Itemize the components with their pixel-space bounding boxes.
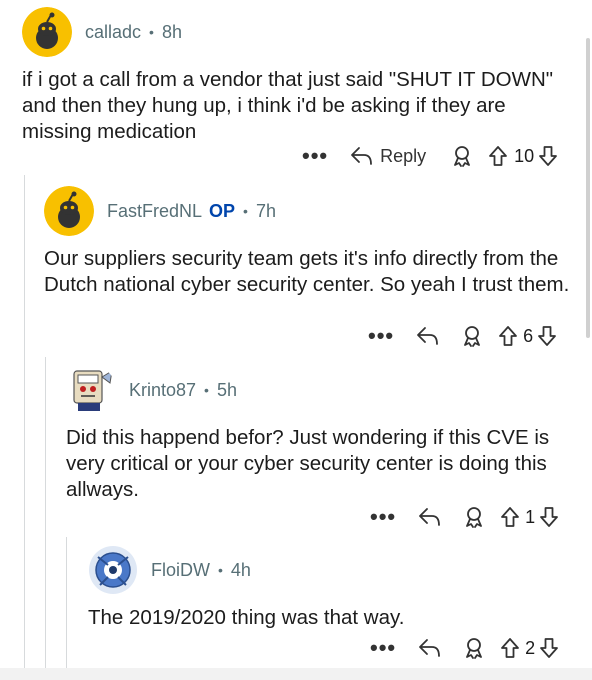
award-icon	[466, 638, 483, 659]
reply-button[interactable]	[416, 325, 440, 347]
separator-dot: •	[204, 382, 209, 398]
comment-body: if i got a call from a vendor that just …	[22, 68, 554, 143]
downvote-icon	[540, 638, 559, 658]
award-button[interactable]	[452, 145, 472, 167]
more-options-button[interactable]: •••	[302, 145, 328, 167]
downvote-button[interactable]	[539, 506, 559, 528]
comment-actions: ••• Reply 10	[302, 141, 558, 171]
timestamp: 8h	[161, 21, 182, 42]
award-icon	[464, 326, 481, 347]
upvote-button[interactable]	[500, 637, 520, 659]
snoo-avatar-icon[interactable]	[22, 7, 72, 57]
timestamp: 5h	[216, 379, 237, 400]
bottom-bar	[0, 668, 592, 680]
thread-line	[24, 175, 25, 680]
comment-actions: ••• 2	[370, 633, 559, 663]
comment-actions: ••• 1	[370, 502, 559, 532]
timestamp: 4h	[230, 559, 251, 580]
scrollbar[interactable]	[586, 38, 590, 338]
award-button[interactable]	[464, 637, 484, 659]
reply-icon	[351, 147, 373, 165]
comment-body: Did this happend befor? Just wondering i…	[66, 426, 550, 501]
upvote-button[interactable]	[488, 145, 508, 167]
timestamp: 7h	[255, 200, 276, 221]
comment-body: The 2019/2020 thing was that way.	[88, 606, 405, 629]
more-options-button[interactable]: •••	[370, 637, 396, 659]
comment: Krinto87 • 5h Did this happend befor? Ju…	[66, 365, 566, 503]
vote-count: 10	[514, 145, 535, 166]
separator-dot: •	[243, 203, 248, 219]
username[interactable]: FloiDW	[151, 560, 210, 581]
comment: FastFredNL OP • 7h Our suppliers securit…	[44, 186, 584, 298]
more-options-button[interactable]: •••	[370, 506, 396, 528]
reply-button[interactable]: Reply	[350, 145, 426, 167]
vote-count: 2	[525, 637, 536, 658]
avatar-icon[interactable]	[66, 365, 116, 415]
upvote-icon	[489, 146, 508, 166]
downvote-icon	[540, 507, 559, 527]
upvote-icon	[501, 638, 520, 658]
username[interactable]: calladc	[85, 22, 141, 43]
comment-actions: ••• 6	[368, 321, 557, 351]
comment-header: Krinto87 • 5h	[66, 365, 566, 415]
more-options-button[interactable]: •••	[368, 325, 394, 347]
reply-icon	[417, 327, 439, 345]
thread-line	[45, 357, 46, 680]
username[interactable]: Krinto87	[129, 380, 196, 401]
comment-header: calladc • 8h	[22, 7, 582, 57]
comment-header: FloiDW • 4h	[88, 545, 568, 595]
downvote-button[interactable]	[538, 145, 558, 167]
upvote-icon	[501, 507, 520, 527]
vote-count: 1	[525, 506, 536, 527]
comment: FloiDW • 4h The 2019/2020 thing was that…	[88, 545, 568, 631]
separator-dot: •	[149, 24, 154, 40]
award-icon	[466, 507, 483, 528]
reply-icon	[419, 508, 441, 526]
reply-icon	[419, 639, 441, 657]
comment-header: FastFredNL OP • 7h	[44, 186, 584, 236]
reply-button[interactable]	[418, 637, 442, 659]
award-icon	[454, 146, 471, 167]
downvote-icon	[538, 326, 557, 346]
award-button[interactable]	[462, 325, 482, 347]
comment-body: Our suppliers security team gets it's in…	[44, 247, 570, 296]
downvote-icon	[539, 146, 558, 166]
upvote-button[interactable]	[500, 506, 520, 528]
thread-line	[66, 537, 67, 680]
upvote-button[interactable]	[498, 325, 518, 347]
reply-button[interactable]	[418, 506, 442, 528]
username[interactable]: FastFredNL	[107, 201, 202, 222]
comment: calladc • 8h if i got a call from a vend…	[22, 7, 582, 145]
upvote-icon	[499, 326, 518, 346]
avatar-icon[interactable]	[88, 545, 138, 595]
separator-dot: •	[218, 562, 223, 578]
vote-count: 6	[523, 325, 534, 346]
snoo-avatar-icon[interactable]	[44, 186, 94, 236]
reply-label: Reply	[380, 145, 427, 166]
award-button[interactable]	[464, 506, 484, 528]
downvote-button[interactable]	[537, 325, 557, 347]
downvote-button[interactable]	[539, 637, 559, 659]
op-badge: OP	[209, 200, 236, 221]
